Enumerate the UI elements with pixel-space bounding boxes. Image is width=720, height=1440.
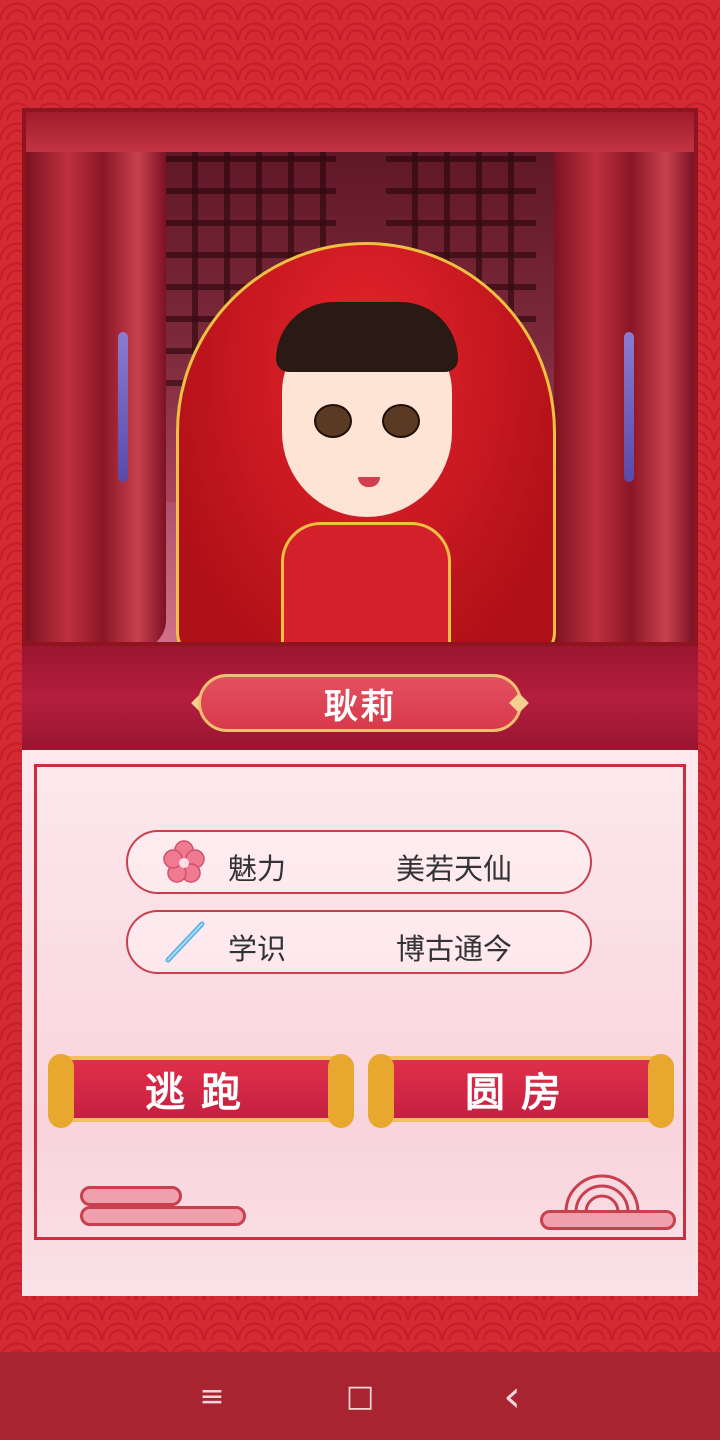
- button-cap-left: [48, 1054, 74, 1128]
- home-icon[interactable]: □: [338, 1374, 382, 1418]
- name-band: 耿莉: [22, 646, 698, 750]
- eye-left: [314, 404, 352, 438]
- bride-hair: [276, 302, 458, 372]
- character-portrait: [22, 108, 698, 646]
- menu-icon[interactable]: ≡: [190, 1374, 234, 1418]
- tassel-left: [118, 332, 128, 482]
- corner-ornament: [34, 1200, 74, 1240]
- stat-label: 魅力: [228, 852, 287, 886]
- character-name: 耿莉: [198, 674, 522, 732]
- flee-button-label: 逃跑: [145, 1070, 257, 1116]
- stat-label: 学识: [228, 932, 287, 966]
- decor-sun-arc: [564, 1174, 640, 1213]
- consummate-button-label: 圆房: [465, 1070, 577, 1116]
- curtain-valance: [26, 112, 694, 152]
- corner-ornament: [34, 764, 74, 804]
- stat-value: 美若天仙: [396, 852, 513, 886]
- stat-knowledge: 学识 博古通今: [126, 910, 592, 974]
- stats-panel: 魅力 美若天仙 学识 博古通今 逃跑 圆房: [22, 750, 698, 1296]
- button-cap-right: [648, 1054, 674, 1128]
- button-cap-right: [328, 1054, 354, 1128]
- character-card: 耿莉 魅力 美若天仙 学识 博古通今 逃跑 圆房: [22, 108, 698, 1296]
- consummate-button[interactable]: 圆房: [368, 1054, 674, 1128]
- system-nav-bar: ≡ □ ‹: [0, 1352, 720, 1440]
- back-icon[interactable]: ‹: [490, 1371, 534, 1422]
- button-cap-left: [368, 1054, 394, 1128]
- tassel-right: [624, 332, 634, 482]
- decor-cloud-left: [80, 1186, 182, 1206]
- plum-blossom-icon: [163, 840, 205, 883]
- eye-right: [382, 404, 420, 438]
- stat-charm: 魅力 美若天仙: [126, 830, 592, 894]
- bride-dress: [281, 522, 451, 642]
- curtain-left: [26, 112, 166, 642]
- flee-button[interactable]: 逃跑: [48, 1054, 354, 1128]
- corner-ornament: [646, 764, 686, 804]
- brush-icon: [165, 921, 205, 963]
- stat-value: 博古通今: [396, 932, 513, 966]
- decor-cloud-left: [80, 1206, 246, 1226]
